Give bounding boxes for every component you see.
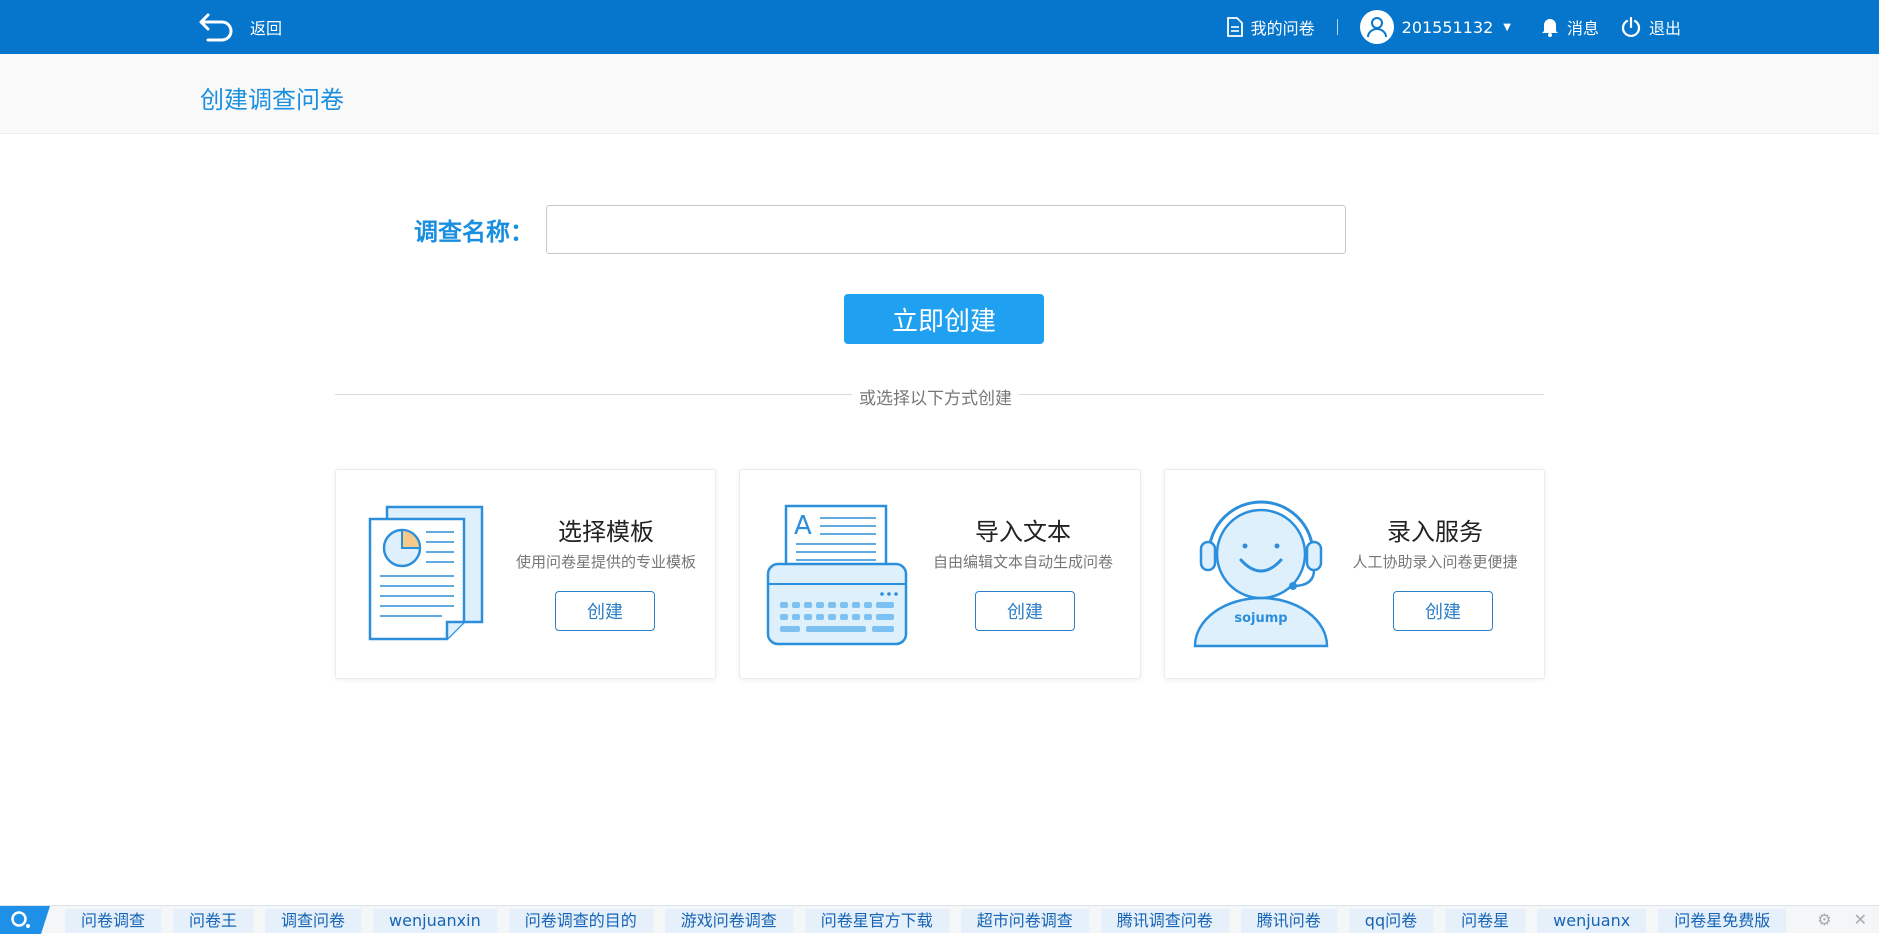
create-template-button[interactable]: 创建: [555, 591, 655, 631]
search-icon: [11, 911, 30, 928]
bottom-tools: ⚙ ✕: [1817, 910, 1867, 929]
document-icon: [1226, 17, 1243, 37]
template-document-icon: [368, 505, 484, 641]
survey-name-input[interactable]: [546, 205, 1346, 254]
hot-tags: 问卷调查 问卷王 调查问卷 wenjuanxin 问卷调查的目的 游戏问卷调查 问卷星官方下…: [65, 909, 1787, 933]
create-import-button[interactable]: 创建: [975, 591, 1075, 631]
create-now-button[interactable]: 立即创建: [844, 294, 1044, 344]
tag-item[interactable]: wenjuanx: [1537, 909, 1647, 933]
sojump-logo-text: sojump: [1234, 611, 1287, 626]
tag-item[interactable]: 超市问卷调查: [960, 909, 1089, 933]
sub-header: 创建调查问卷: [0, 54, 1879, 134]
card-template: 选择模板 使用问卷星提供的专业模板 创建: [335, 469, 716, 679]
settings-icon[interactable]: ⚙: [1817, 910, 1831, 929]
create-service-button[interactable]: 创建: [1393, 591, 1493, 631]
caret-down-icon: ▼: [1503, 21, 1511, 33]
divider-text: 或选择以下方式创建: [852, 384, 1019, 409]
tag-item[interactable]: 调查问卷: [265, 909, 362, 933]
tag-item[interactable]: 问卷调查: [65, 909, 162, 933]
top-right-menu: 我的问卷 201551132 ▼ 消息 退出: [1226, 0, 1681, 54]
card-desc: 自由编辑文本自动生成问卷: [932, 553, 1113, 571]
user-icon: [1366, 17, 1387, 38]
close-icon[interactable]: ✕: [1854, 910, 1867, 929]
tag-item[interactable]: 腾讯问卷: [1240, 909, 1337, 933]
tag-item[interactable]: 游戏问卷调查: [664, 909, 793, 933]
card-desc: 人工协助录入问卷更便捷: [1352, 553, 1518, 571]
card-desc: 使用问卷星提供的专业模板: [515, 553, 696, 571]
logout-link[interactable]: 退出: [1621, 15, 1681, 39]
separator: [1336, 19, 1338, 35]
card-title: 选择模板: [558, 518, 654, 546]
card-title: 导入文本: [975, 518, 1071, 546]
search-tab[interactable]: [0, 906, 50, 934]
logout-label: 退出: [1648, 19, 1681, 38]
survey-name-label: 调查名称：: [414, 218, 534, 246]
username: 201551132: [1401, 17, 1494, 37]
tag-item[interactable]: wenjuanxin: [373, 909, 497, 933]
tag-item[interactable]: 问卷调查的目的: [508, 909, 653, 933]
messages-label: 消息: [1566, 19, 1599, 38]
user-menu[interactable]: 201551132 ▼: [1359, 10, 1511, 44]
typewriter-icon: A: [766, 504, 908, 646]
my-surveys-link[interactable]: 我的问卷: [1226, 15, 1315, 39]
tag-item[interactable]: 问卷王: [173, 909, 254, 933]
back-label: 返回: [250, 19, 283, 38]
top-bar: 返回 我的问卷 201551132 ▼ 消息 退出: [0, 0, 1879, 54]
my-surveys-label: 我的问卷: [1250, 19, 1315, 38]
tag-item[interactable]: qq问卷: [1348, 909, 1434, 933]
svg-text:A: A: [794, 511, 812, 541]
customer-service-icon: sojump: [1193, 500, 1329, 648]
tag-item[interactable]: 问卷星: [1445, 909, 1526, 933]
back-button[interactable]: 返回: [198, 11, 282, 43]
power-icon: [1621, 17, 1641, 37]
tag-item[interactable]: 问卷星免费版: [1658, 909, 1787, 933]
tag-item[interactable]: 腾讯调查问卷: [1100, 909, 1229, 933]
bell-icon: [1541, 19, 1558, 37]
back-arrow-icon: [199, 13, 233, 42]
bottom-search-bar: 问卷调查 问卷王 调查问卷 wenjuanxin 问卷调查的目的 游戏问卷调查 问卷星官方下…: [0, 905, 1879, 934]
messages-link[interactable]: 消息: [1541, 15, 1599, 39]
card-entry-service: sojump 录入服务 人工协助录入问卷更便捷 创建: [1164, 469, 1545, 679]
avatar: [1359, 10, 1394, 44]
tag-item[interactable]: 问卷星官方下载: [804, 909, 949, 933]
card-import-text: A 导入文本 自由编辑文本自动生成问卷 创建: [739, 469, 1141, 679]
card-title: 录入服务: [1387, 518, 1483, 546]
page-title: 创建调查问卷: [200, 86, 344, 114]
